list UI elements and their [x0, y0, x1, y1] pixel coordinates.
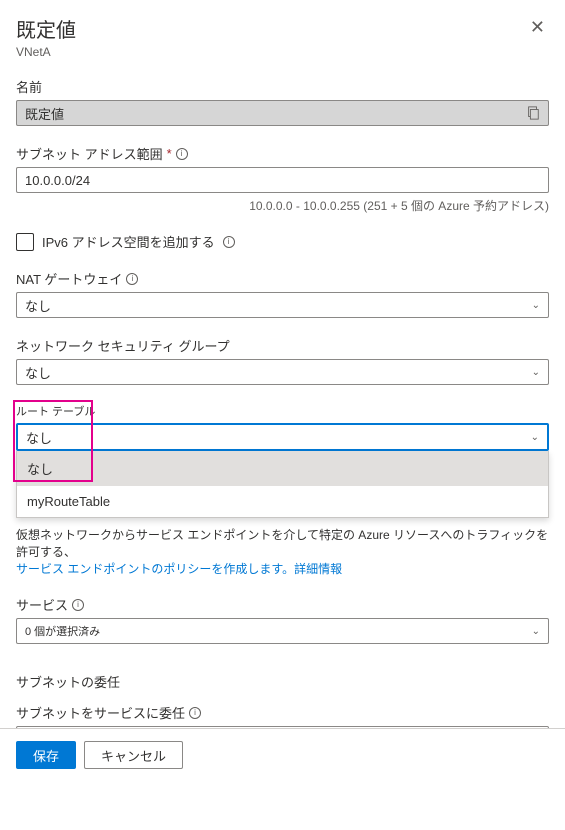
- service-endpoint-desc: 仮想ネットワークからサービス エンドポイントを介して特定の Azure リソース…: [16, 526, 549, 577]
- nsg-label: ネットワーク セキュリティ グループ: [16, 336, 549, 355]
- addr-input[interactable]: 10.0.0.0/24: [16, 167, 549, 193]
- cancel-button[interactable]: キャンセル: [84, 741, 183, 769]
- close-icon[interactable]: ✕: [526, 14, 549, 40]
- rt-label: ルート テーブル: [16, 403, 549, 419]
- rt-dropdown: なし myRouteTable: [16, 451, 549, 518]
- nat-label: NAT ゲートウェイ i: [16, 269, 549, 288]
- info-icon[interactable]: i: [223, 236, 235, 248]
- ipv6-label: IPv6 アドレス空間を追加する: [42, 232, 215, 251]
- service-endpoint-link[interactable]: サービス エンドポイントのポリシーを作成します。詳細情報: [16, 562, 342, 576]
- nat-value: なし: [25, 296, 51, 315]
- services-select[interactable]: 0 個が選択済み ⌄: [16, 618, 549, 644]
- chevron-down-icon: ⌄: [532, 367, 540, 378]
- panel-title: 既定値: [16, 14, 76, 43]
- rt-select[interactable]: なし ⌄: [16, 423, 549, 451]
- chevron-down-icon: ⌄: [532, 626, 540, 637]
- name-input: 既定値: [16, 100, 549, 126]
- delegation-label: サブネットをサービスに委任 i: [16, 703, 549, 722]
- addr-label: サブネット アドレス範囲 * i: [16, 144, 549, 163]
- info-icon[interactable]: i: [126, 273, 138, 285]
- panel-subtitle: VNetA: [16, 45, 76, 59]
- info-icon[interactable]: i: [72, 599, 84, 611]
- copy-icon[interactable]: [526, 106, 540, 120]
- addr-value: 10.0.0.0/24: [25, 173, 90, 188]
- services-label: サービス i: [16, 595, 549, 614]
- chevron-down-icon: ⌄: [532, 300, 540, 311]
- services-value: 0 個が選択済み: [25, 623, 100, 639]
- save-button[interactable]: 保存: [16, 741, 76, 769]
- delegation-section-title: サブネットの委任: [16, 672, 549, 691]
- footer: 保存 キャンセル: [0, 728, 565, 781]
- nsg-value: なし: [25, 363, 51, 382]
- ipv6-checkbox[interactable]: [16, 233, 34, 251]
- chevron-down-icon: ⌄: [531, 432, 539, 443]
- nsg-select[interactable]: なし ⌄: [16, 359, 549, 385]
- info-icon[interactable]: i: [189, 707, 201, 719]
- name-label: 名前: [16, 77, 549, 96]
- rt-option-none[interactable]: なし: [17, 451, 548, 486]
- nat-select[interactable]: なし ⌄: [16, 292, 549, 318]
- info-icon[interactable]: i: [176, 148, 188, 160]
- rt-value: なし: [26, 428, 52, 447]
- rt-option-myroutetable[interactable]: myRouteTable: [17, 486, 548, 517]
- name-value: 既定値: [25, 104, 64, 123]
- addr-hint: 10.0.0.0 - 10.0.0.255 (251 + 5 個の Azure …: [16, 197, 549, 214]
- required-asterisk: *: [167, 146, 172, 161]
